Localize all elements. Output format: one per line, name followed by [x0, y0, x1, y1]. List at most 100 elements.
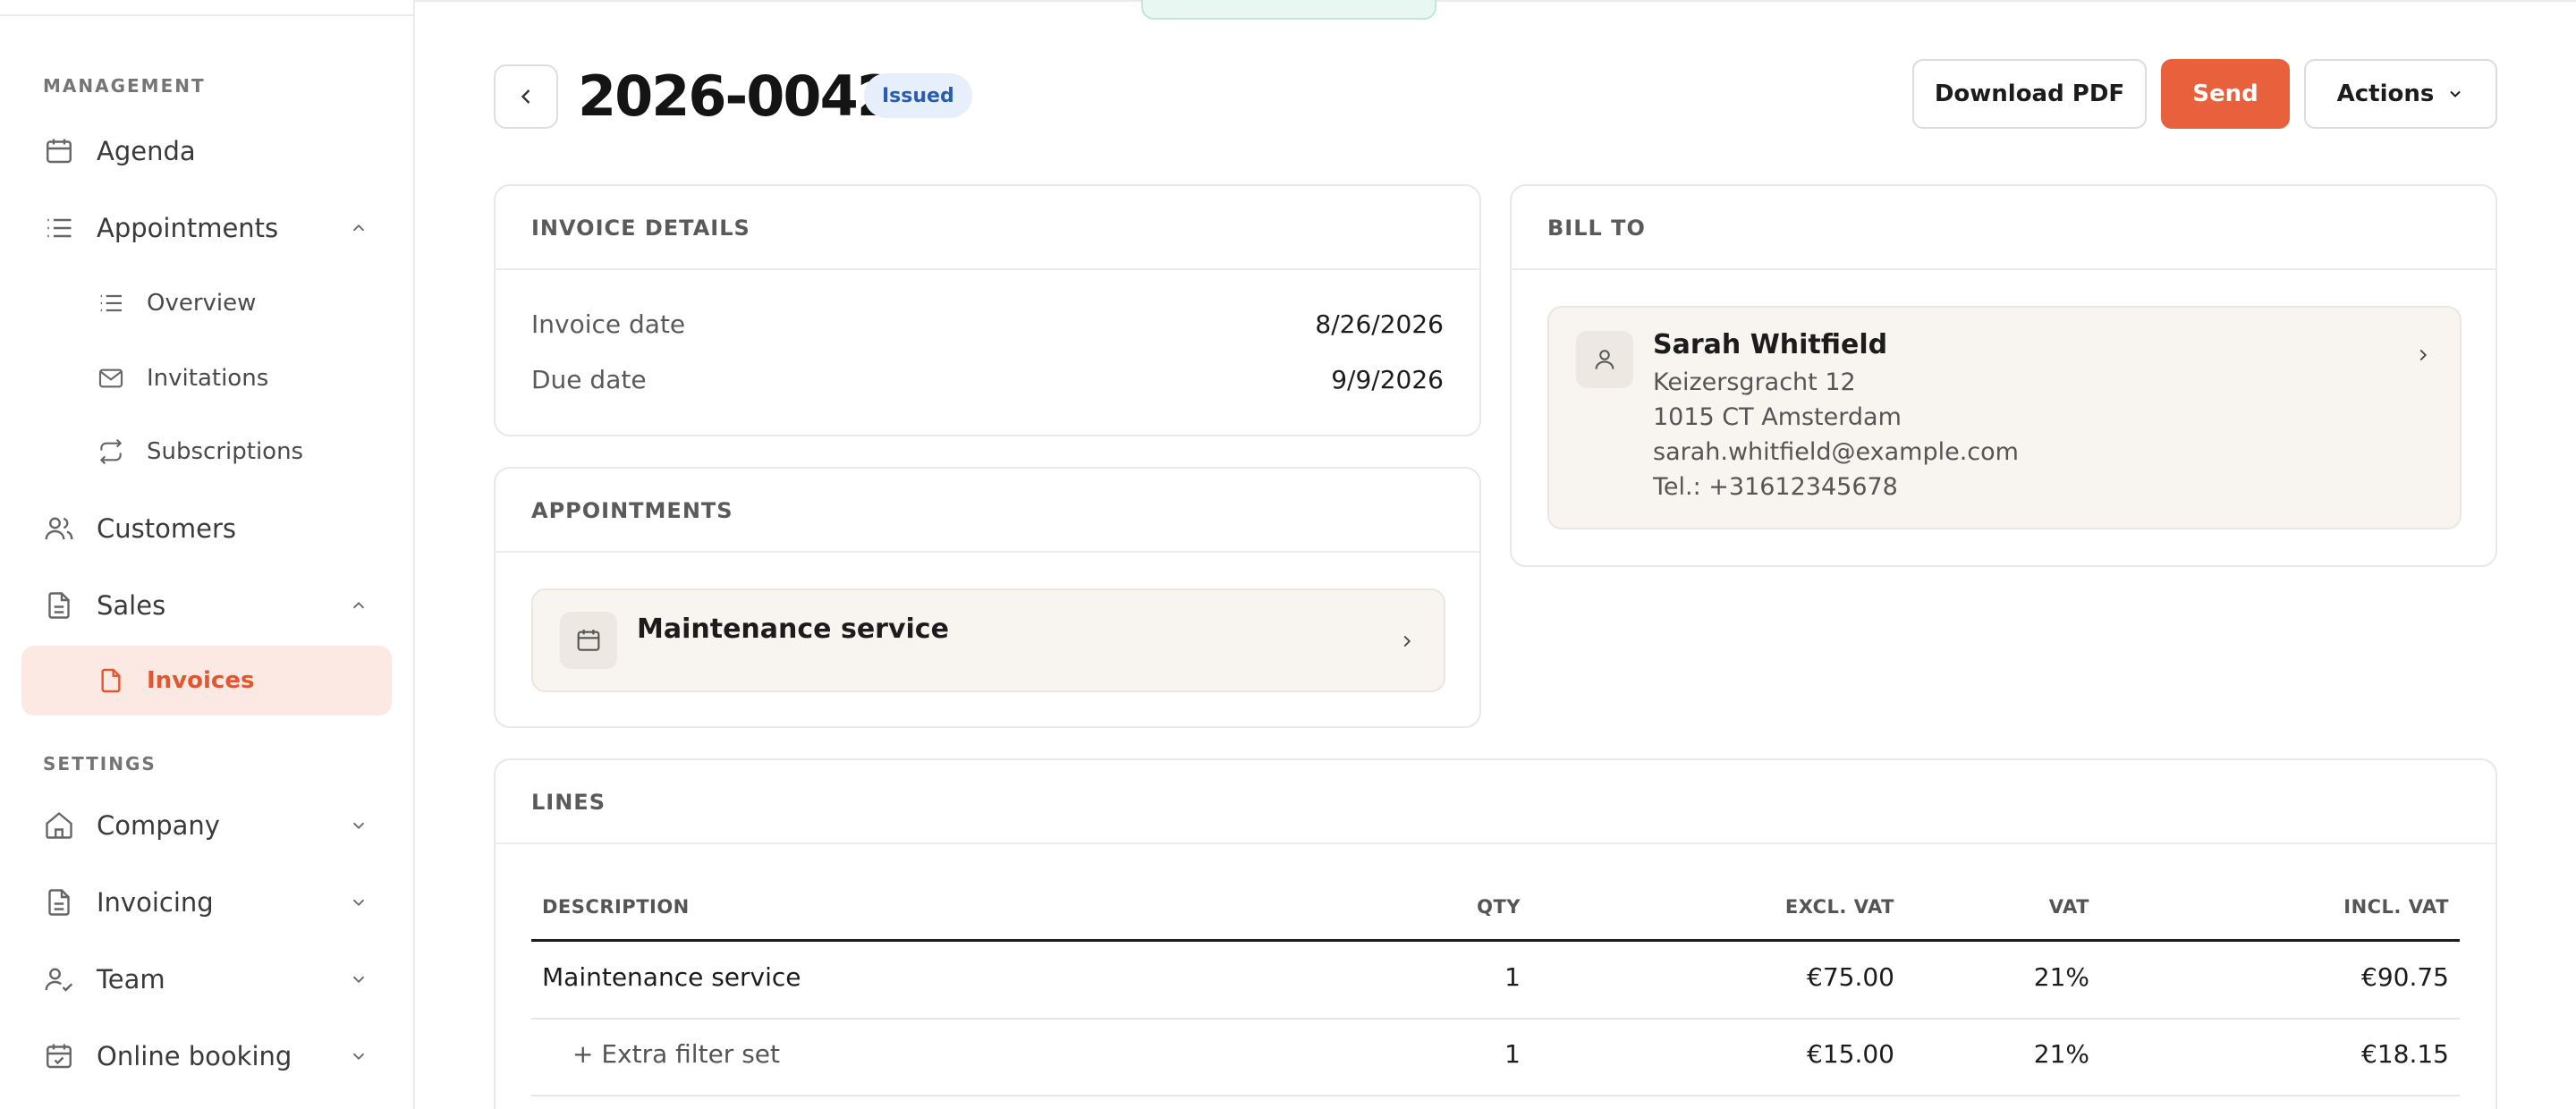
actions-button[interactable]: Actions: [2304, 59, 2497, 129]
chevron-left-icon: [513, 84, 538, 109]
back-button[interactable]: [494, 64, 558, 129]
chevron-down-icon: [349, 1046, 369, 1066]
appointment-title: Maintenance service: [637, 614, 949, 645]
column-header-incl-vat: INCL. VAT: [2343, 896, 2449, 918]
chevron-down-icon: [349, 816, 369, 835]
sidebar-item-company[interactable]: Company: [21, 791, 392, 860]
line-qty: 1: [1504, 1039, 1521, 1069]
customer-phone: Tel.: +31612345678: [1653, 473, 1898, 501]
download-pdf-button[interactable]: Download PDF: [1912, 59, 2147, 129]
card-title: INVOICE DETAILS: [531, 216, 750, 241]
sidebar: MANAGEMENT Agenda Appointments Overview …: [0, 0, 415, 1109]
document-icon: [43, 589, 75, 622]
sidebar-item-subscriptions[interactable]: Subscriptions: [21, 417, 392, 487]
row-divider: [531, 1095, 2460, 1096]
appointment-item[interactable]: Maintenance service: [531, 588, 1445, 692]
table-header-rule: [531, 939, 2460, 942]
card-title: APPOINTMENTS: [531, 498, 733, 523]
sidebar-item-label: Customers: [97, 513, 236, 544]
status-badge: Issued: [864, 73, 972, 118]
sidebar-item-label: Agenda: [97, 136, 196, 166]
card-title: BILL TO: [1547, 216, 1646, 241]
user-icon: [1576, 331, 1633, 388]
card-header: INVOICE DETAILS: [496, 186, 1479, 270]
calendar-icon: [43, 135, 75, 167]
due-date-value: 9/9/2026: [1331, 365, 1444, 394]
sidebar-item-customers[interactable]: Customers: [21, 494, 392, 563]
calendar-check-icon: [43, 1040, 75, 1072]
sidebar-item-label: Online booking: [97, 1041, 292, 1071]
customer-name: Sarah Whitfield: [1653, 329, 1888, 360]
sidebar-item-label: Invitations: [147, 365, 269, 392]
row-divider: [531, 1018, 2460, 1020]
section-label-management: MANAGEMENT: [43, 75, 206, 97]
card-header: LINES: [496, 760, 2496, 844]
sidebar-item-label: Team: [97, 964, 165, 995]
customer-address-line2: 1015 CT Amsterdam: [1653, 403, 1902, 431]
column-header-description: DESCRIPTION: [542, 896, 690, 918]
chevron-down-icon: [349, 893, 369, 912]
users-icon: [43, 512, 75, 545]
top-divider: [415, 0, 2576, 2]
list-icon: [97, 289, 125, 317]
lines-card: LINES: [494, 758, 2497, 1109]
chevron-down-icon: [349, 969, 369, 989]
invoice-date-label: Invoice date: [531, 309, 686, 339]
sidebar-item-team[interactable]: Team: [21, 944, 392, 1014]
file-icon: [97, 666, 125, 695]
bill-to-card: BILL TO Sarah Whitfield Keizersgracht 12…: [1510, 184, 2497, 567]
sidebar-item-invoicing[interactable]: Invoicing: [21, 868, 392, 937]
actions-label: Actions: [2336, 80, 2435, 107]
document-icon: [43, 886, 75, 919]
sidebar-item-overview[interactable]: Overview: [21, 268, 392, 338]
invoice-date-value: 8/26/2026: [1315, 309, 1444, 339]
line-vat: 21%: [2033, 1039, 2089, 1069]
toast-notification: [1141, 0, 1436, 20]
sidebar-item-label: Overview: [147, 290, 257, 317]
sidebar-top-divider: [0, 0, 413, 16]
sidebar-item-agenda[interactable]: Agenda: [21, 116, 392, 186]
chevron-up-icon: [349, 596, 369, 615]
page-title: 2026-0042: [578, 63, 895, 129]
sidebar-item-invitations[interactable]: Invitations: [21, 343, 392, 413]
calendar-icon: [560, 612, 617, 669]
customer-email: sarah.whitfield@example.com: [1653, 438, 2019, 466]
line-vat: 21%: [2033, 962, 2089, 992]
column-header-vat: VAT: [2048, 896, 2089, 918]
line-description: Maintenance service: [542, 962, 801, 992]
card-header: APPOINTMENTS: [496, 469, 1479, 553]
column-header-excl-vat: EXCL. VAT: [1784, 896, 1894, 918]
line-qty: 1: [1504, 962, 1521, 992]
repeat-icon: [97, 437, 125, 466]
line-excl-vat: €15.00: [1807, 1039, 1894, 1069]
mail-icon: [97, 364, 125, 393]
sidebar-item-sales[interactable]: Sales: [21, 571, 392, 640]
card-header: BILL TO: [1512, 186, 2496, 270]
sidebar-item-label: Invoices: [147, 667, 255, 694]
chevron-down-icon: [2446, 85, 2464, 103]
card-title: LINES: [531, 790, 606, 815]
chevron-up-icon: [349, 218, 369, 238]
sidebar-item-appointments[interactable]: Appointments: [21, 193, 392, 263]
line-incl-vat: €90.75: [2361, 962, 2449, 992]
sidebar-item-label: Sales: [97, 590, 166, 621]
appointments-card: APPOINTMENTS Maintenance service: [494, 467, 1481, 728]
send-button[interactable]: Send: [2161, 59, 2290, 129]
customer-tile[interactable]: Sarah Whitfield Keizersgracht 12 1015 CT…: [1547, 306, 2462, 529]
home-icon: [43, 809, 75, 842]
sidebar-item-invoices[interactable]: Invoices: [21, 646, 392, 715]
line-description: + Extra filter set: [572, 1039, 780, 1069]
customer-address-line1: Keizersgracht 12: [1653, 368, 1856, 396]
sidebar-item-label: Company: [97, 810, 220, 841]
chevron-right-icon: [1397, 631, 1417, 651]
sidebar-item-online-booking[interactable]: Online booking: [21, 1021, 392, 1091]
column-header-qty: QTY: [1477, 896, 1521, 918]
sidebar-item-label: Subscriptions: [147, 438, 304, 465]
sidebar-item-label: Invoicing: [97, 887, 214, 918]
list-icon: [43, 212, 75, 244]
sidebar-item-label: Appointments: [97, 213, 279, 243]
line-incl-vat: €18.15: [2361, 1039, 2449, 1069]
invoice-details-card: INVOICE DETAILS Invoice date 8/26/2026 D…: [494, 184, 1481, 436]
chevron-right-icon: [2413, 345, 2433, 365]
due-date-label: Due date: [531, 365, 647, 394]
